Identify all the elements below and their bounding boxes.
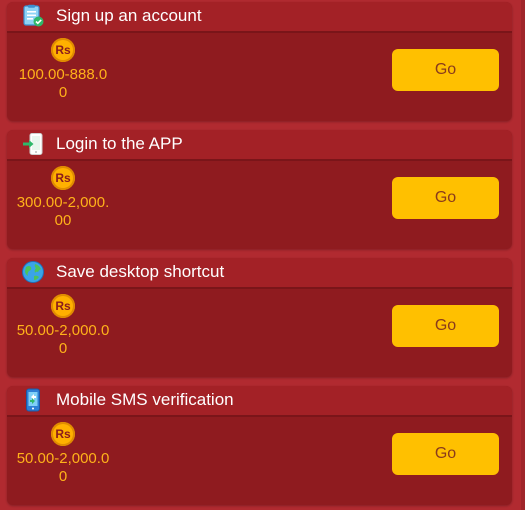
globe-icon — [21, 260, 45, 284]
rupee-coin-icon: Rs — [51, 38, 75, 62]
task-card-sign-up: Sign up an account Rs 100.00-888.00 Go — [7, 2, 512, 121]
go-button[interactable]: Go — [392, 305, 499, 347]
task-list: Sign up an account Rs 100.00-888.00 Go L… — [0, 0, 525, 510]
task-card-login-app: Login to the APP Rs 300.00-2,000.00 Go — [7, 130, 512, 249]
mobile-sms-icon — [21, 388, 45, 412]
task-title: Sign up an account — [56, 6, 202, 25]
phone-login-icon — [21, 132, 45, 156]
task-card-desktop-shortcut: Save desktop shortcut Rs 50.00-2,000.00 … — [7, 258, 512, 377]
go-button[interactable]: Go — [392, 177, 499, 219]
reward-amount: 300.00-2,000.00 — [16, 194, 110, 229]
reward-amount: 50.00-2,000.00 — [16, 450, 110, 485]
go-button[interactable]: Go — [392, 49, 499, 91]
task-title: Login to the APP — [56, 134, 183, 153]
reward-amount: 50.00-2,000.00 — [16, 322, 110, 357]
task-title: Save desktop shortcut — [56, 262, 225, 281]
go-button[interactable]: Go — [392, 433, 499, 475]
rupee-coin-icon: Rs — [51, 294, 75, 318]
rupee-coin-icon: Rs — [51, 422, 75, 446]
task-title: Mobile SMS verification — [56, 390, 234, 409]
rupee-coin-icon: Rs — [51, 166, 75, 190]
clipboard-check-icon — [21, 4, 45, 28]
reward-amount: 100.00-888.00 — [18, 66, 108, 101]
task-card-sms-verification: Mobile SMS verification Rs 50.00-2,000.0… — [7, 386, 512, 505]
task-header: Login to the APP — [7, 130, 512, 161]
task-header: Mobile SMS verification — [7, 386, 512, 417]
task-header: Save desktop shortcut — [7, 258, 512, 289]
task-header: Sign up an account — [7, 2, 512, 33]
scrollbar[interactable] — [521, 0, 525, 510]
